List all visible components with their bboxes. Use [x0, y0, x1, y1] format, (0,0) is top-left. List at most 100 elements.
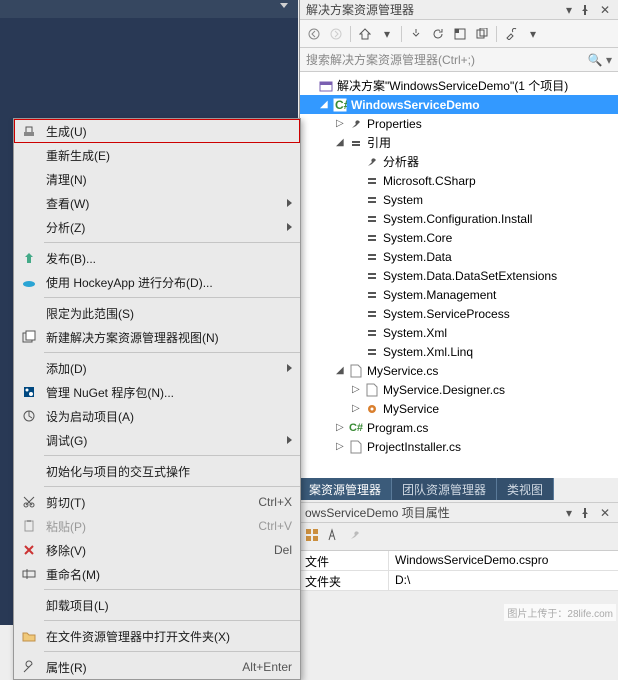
menu-item[interactable]: 使用 HockeyApp 进行分布(D)... — [14, 270, 300, 294]
paste-icon — [18, 519, 40, 533]
tab-team-explorer[interactable]: 团队资源管理器 — [392, 478, 497, 500]
project-node[interactable]: ◢C#WindowsServiceDemo — [300, 95, 618, 114]
menu-item[interactable]: 属性(R)Alt+Enter — [14, 655, 300, 679]
submenu-arrow-icon — [287, 199, 292, 207]
menu-item[interactable]: 移除(V)Del — [14, 538, 300, 562]
menu-item[interactable]: 生成(U) — [14, 119, 300, 143]
menu-item[interactable]: 调试(G) — [14, 428, 300, 452]
menu-item[interactable]: 添加(D) — [14, 356, 300, 380]
alphabetical-icon[interactable] — [327, 528, 341, 545]
reference-node[interactable]: 分析器 — [300, 152, 618, 171]
reference-node[interactable]: System.Management — [300, 285, 618, 304]
menu-item[interactable]: 清理(N) — [14, 167, 300, 191]
menu-item[interactable]: 粘贴(P)Ctrl+V — [14, 514, 300, 538]
cs-file-icon: C# — [348, 420, 364, 436]
expand-icon[interactable]: ▷ — [352, 403, 364, 414]
tab-overflow-icon[interactable] — [280, 3, 288, 8]
reference-label: 分析器 — [383, 153, 419, 170]
menu-item[interactable]: 卸载项目(L) — [14, 593, 300, 617]
menu-item[interactable]: 发布(B)... — [14, 246, 300, 270]
menu-item[interactable]: 限定为此范围(S) — [14, 301, 300, 325]
file-node[interactable]: ▷C#Program.cs — [300, 418, 618, 437]
dropdown-icon[interactable]: ▾ — [562, 3, 576, 17]
forward-icon[interactable] — [326, 24, 346, 44]
pin-icon[interactable] — [580, 5, 594, 15]
expand-icon[interactable]: ▷ — [352, 384, 364, 395]
collapse-icon[interactable] — [450, 24, 470, 44]
menu-item[interactable]: 查看(W) — [14, 191, 300, 215]
reference-node[interactable]: System.Xml.Linq — [300, 342, 618, 361]
menu-item-label: 清理(N) — [40, 171, 292, 188]
menu-item-label: 移除(V) — [40, 542, 274, 559]
menu-item-label: 查看(W) — [40, 195, 292, 212]
menu-item[interactable]: 重命名(M) — [14, 562, 300, 586]
menu-item-label: 限定为此范围(S) — [40, 305, 292, 322]
menu-item[interactable]: 分析(Z) — [14, 215, 300, 239]
showall-icon[interactable] — [472, 24, 492, 44]
properties-node[interactable]: ▷Properties — [300, 114, 618, 133]
expand-icon[interactable]: ▷ — [336, 422, 348, 433]
expand-icon[interactable]: ▷ — [336, 441, 348, 452]
chevron-down-icon[interactable]: ▾ — [377, 24, 397, 44]
close-icon[interactable]: ✕ — [598, 3, 612, 17]
pin-icon[interactable] — [580, 508, 594, 518]
menu-item[interactable]: 在文件资源管理器中打开文件夹(X) — [14, 624, 300, 648]
separator — [401, 26, 402, 42]
tab-solution-explorer[interactable]: 案资源管理器 — [299, 478, 392, 500]
search-input[interactable]: 搜索解决方案资源管理器(Ctrl+;) 🔍 ▾ — [300, 48, 618, 72]
menu-item-label: 剪切(T) — [40, 494, 258, 511]
reference-node[interactable]: System — [300, 190, 618, 209]
collapse-icon[interactable]: ◢ — [336, 365, 348, 376]
menu-item[interactable]: 设为启动项目(A) — [14, 404, 300, 428]
reference-node[interactable]: System.Configuration.Install — [300, 209, 618, 228]
solution-icon — [318, 78, 334, 94]
menu-item[interactable]: 初始化与项目的交互式操作 — [14, 459, 300, 483]
wrench-icon[interactable] — [349, 529, 361, 544]
menu-item[interactable]: 管理 NuGet 程序包(N)... — [14, 380, 300, 404]
reference-label: System.Configuration.Install — [383, 212, 532, 226]
menu-item-label: 初始化与项目的交互式操作 — [40, 463, 292, 480]
properties-icon[interactable] — [501, 24, 521, 44]
menu-item-label: 重新生成(E) — [40, 147, 292, 164]
collapse-icon[interactable]: ◢ — [320, 99, 332, 110]
context-menu: 生成(U) 重新生成(E) 清理(N) 查看(W) 分析(Z) 发布(B)...使用 Ho… — [13, 118, 301, 680]
submenu-arrow-icon — [287, 223, 292, 231]
file-node[interactable]: ▷ProjectInstaller.cs — [300, 437, 618, 456]
panel-titlebar: 解决方案资源管理器 ▾ ✕ — [300, 0, 618, 20]
reference-node[interactable]: Microsoft.CSharp — [300, 171, 618, 190]
reference-node[interactable]: System.Data — [300, 247, 618, 266]
home-icon[interactable] — [355, 24, 375, 44]
tab-class-view[interactable]: 类视图 — [497, 478, 554, 500]
dropdown-icon[interactable]: ▾ — [562, 506, 576, 520]
menu-item[interactable]: 新建解决方案资源管理器视图(N) — [14, 325, 300, 349]
property-row[interactable]: 文件WindowsServiceDemo.cspro — [299, 551, 618, 571]
chevron-down-icon[interactable]: ▾ — [523, 24, 543, 44]
categorized-icon[interactable] — [305, 528, 319, 545]
reference-node[interactable]: System.Xml — [300, 323, 618, 342]
property-row[interactable]: 文件夹D:\ — [299, 571, 618, 591]
menu-item[interactable]: 剪切(T)Ctrl+X — [14, 490, 300, 514]
collapse-icon[interactable]: ◢ — [336, 137, 348, 148]
back-icon[interactable] — [304, 24, 324, 44]
close-icon[interactable]: ✕ — [598, 506, 612, 520]
reference-node[interactable]: System.ServiceProcess — [300, 304, 618, 323]
reference-icon — [364, 173, 380, 189]
separator — [350, 26, 351, 42]
references-node[interactable]: ◢引用 — [300, 133, 618, 152]
component-node[interactable]: ▷MyService — [300, 399, 618, 418]
reference-icon — [364, 211, 380, 227]
reference-label: System.Management — [383, 288, 496, 302]
solution-node[interactable]: 解决方案"WindowsServiceDemo"(1 个项目) — [300, 76, 618, 95]
reference-node[interactable]: System.Data.DataSetExtensions — [300, 266, 618, 285]
sync-icon[interactable] — [406, 24, 426, 44]
menu-item[interactable]: 重新生成(E) — [14, 143, 300, 167]
startup-icon — [18, 409, 40, 423]
menu-item-shortcut: Del — [274, 543, 292, 557]
file-node[interactable]: ◢MyService.cs — [300, 361, 618, 380]
expand-icon[interactable]: ▷ — [336, 118, 348, 129]
reference-node[interactable]: System.Core — [300, 228, 618, 247]
solution-tree[interactable]: 解决方案"WindowsServiceDemo"(1 个项目) ◢C#Windo… — [300, 72, 618, 478]
folder-icon — [18, 629, 40, 643]
file-node[interactable]: ▷MyService.Designer.cs — [300, 380, 618, 399]
refresh-icon[interactable] — [428, 24, 448, 44]
